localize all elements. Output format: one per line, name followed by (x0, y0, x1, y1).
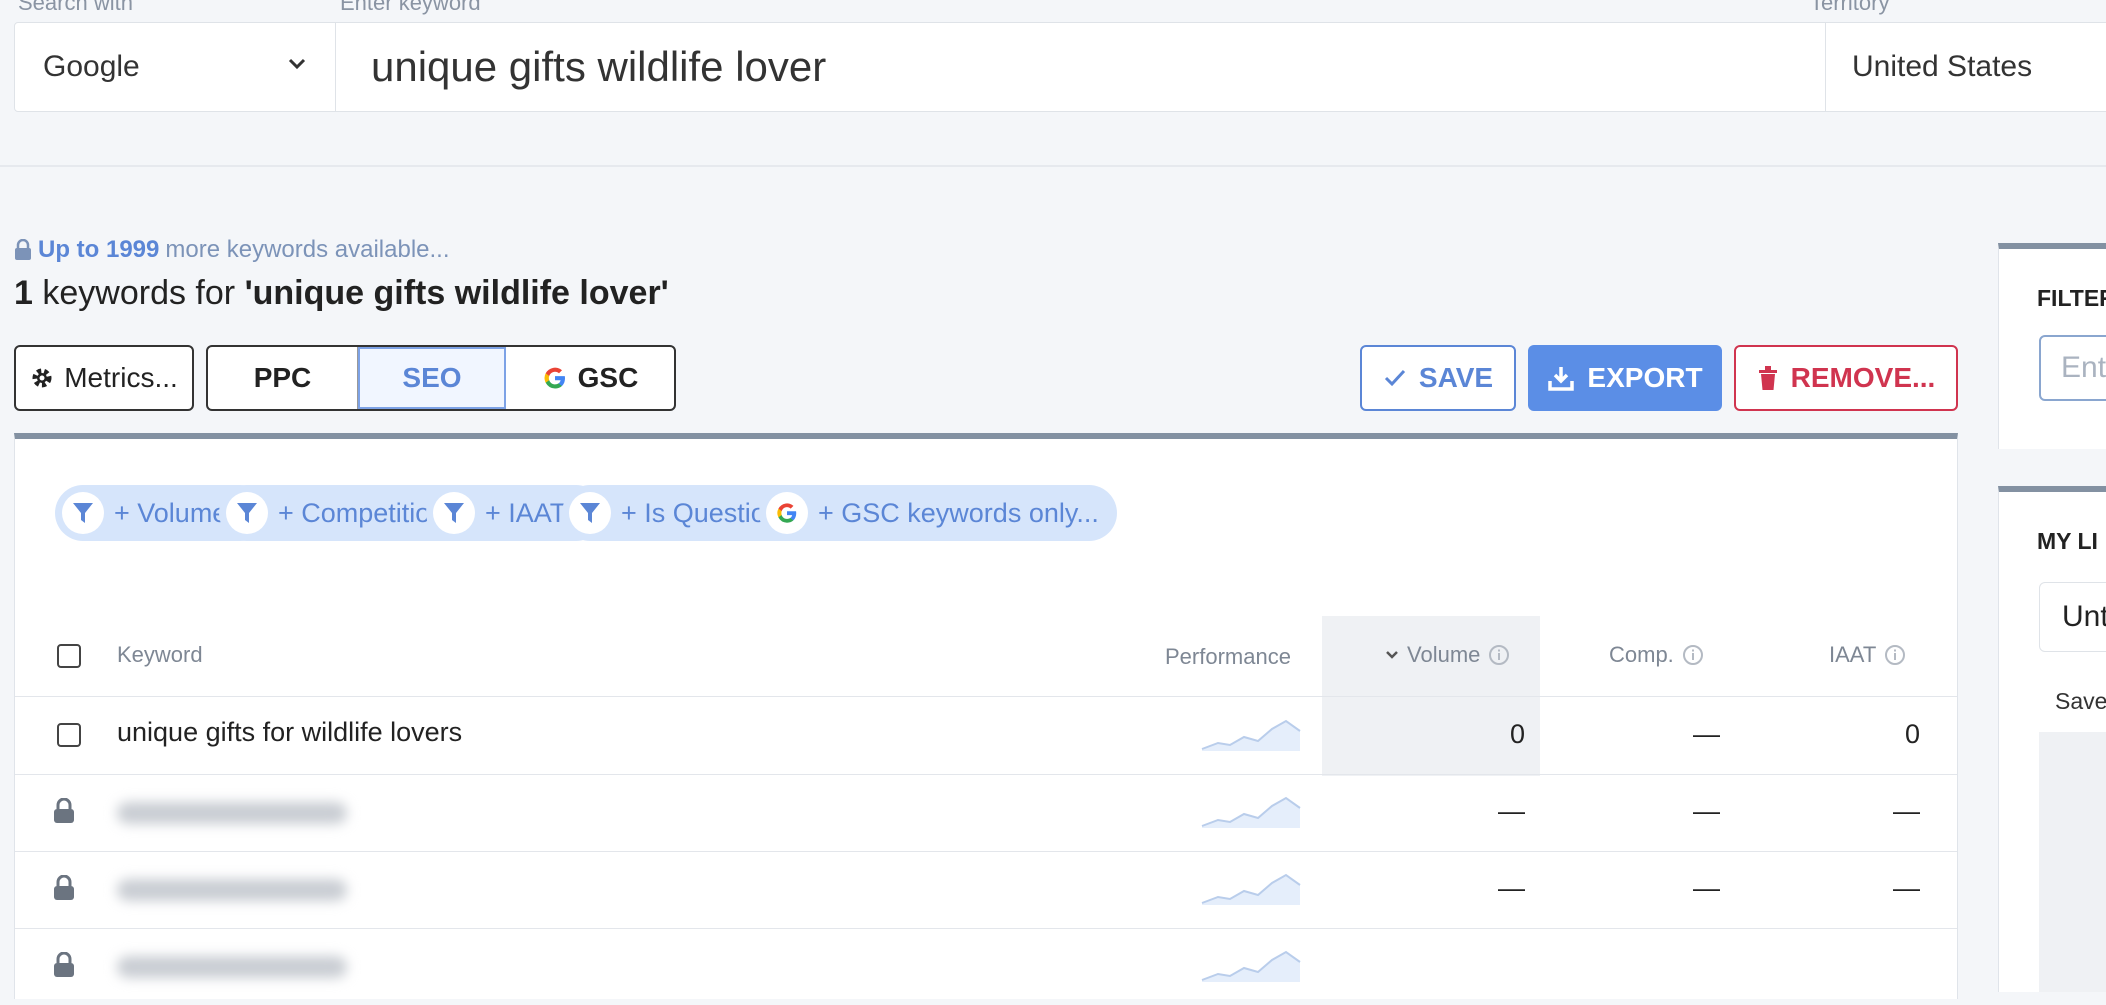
info-icon[interactable] (1488, 644, 1510, 666)
column-performance: Performance (1165, 644, 1291, 669)
column-volume[interactable]: Volume (1385, 642, 1510, 668)
territory-value: United States (1852, 50, 2033, 83)
performance-sparkline (1201, 796, 1301, 828)
remove-button[interactable]: REMOVE... (1734, 345, 1958, 411)
info-icon[interactable] (1682, 644, 1704, 666)
territory-select[interactable]: United States (1825, 23, 2106, 111)
saved-list-area (2039, 732, 2106, 992)
tab-gsc[interactable]: GSC (506, 347, 674, 409)
hidden-keyword (117, 802, 347, 824)
lock-icon (54, 875, 74, 900)
row-keyword: unique gifts for wildlife lovers (117, 717, 463, 747)
row-iaat: — (1893, 873, 1920, 903)
google-icon (544, 367, 565, 389)
row-comp: — (1693, 719, 1720, 749)
metric-type-toggle: PPC SEO GSC (206, 345, 676, 411)
tab-seo[interactable]: SEO (358, 347, 506, 409)
keyword-label: Enter keyword (340, 0, 481, 15)
my-lists-panel: MY LI Unt Save (1998, 486, 2106, 992)
territory-label: Territory (1810, 0, 1890, 15)
my-lists-title: MY LI (2037, 528, 2098, 554)
section-divider (0, 165, 2106, 167)
row-comp: — (1693, 796, 1720, 826)
page-title: 1 keywords for 'unique gifts wildlife lo… (14, 274, 669, 313)
download-icon (1548, 367, 1575, 391)
row-comp: — (1693, 873, 1720, 903)
performance-sparkline (1201, 719, 1301, 751)
tab-ppc[interactable]: PPC (208, 347, 358, 409)
more-keywords-count: Up to 1999 (38, 236, 160, 263)
funnel-icon (62, 492, 104, 534)
chevron-down-icon (288, 58, 306, 70)
funnel-icon (433, 492, 475, 534)
row-iaat: 0 (1904, 719, 1920, 749)
info-icon[interactable] (1884, 644, 1906, 666)
more-keywords-notice[interactable]: Up to 1999 more keywords available... (14, 236, 450, 264)
keyword-count-text: keywords for (42, 274, 236, 312)
hidden-keyword (117, 879, 347, 901)
lock-icon (15, 239, 31, 260)
row-iaat: — (1893, 796, 1920, 826)
column-iaat[interactable]: IAAT (1829, 642, 1906, 668)
list-select[interactable]: Unt (2039, 582, 2106, 652)
filter-panel: FILTER Ente (1998, 243, 2106, 449)
google-icon (766, 492, 808, 534)
table-row[interactable]: unique gifts for wildlife lovers 0 — 0 (15, 697, 1957, 775)
chevron-down-icon (1386, 651, 1398, 659)
metrics-label: Metrics... (64, 362, 178, 393)
column-volume-label: Volume (1407, 642, 1481, 667)
filter-input[interactable]: Ente (2039, 335, 2106, 401)
table-row-locked (15, 928, 1957, 1005)
tab-seo-label: SEO (402, 362, 462, 393)
save-label: SAVE (1418, 362, 1494, 393)
row-volume: — (1498, 796, 1525, 826)
table-header: Keyword Performance Volume Comp. IAAT (15, 616, 1957, 697)
keyword-input[interactable] (335, 23, 1825, 111)
save-button[interactable]: SAVE (1360, 345, 1516, 411)
metrics-button[interactable]: Metrics... (14, 345, 194, 411)
remove-label: REMOVE... (1790, 362, 1936, 393)
performance-sparkline (1201, 950, 1301, 982)
column-comp[interactable]: Comp. (1609, 642, 1704, 668)
table-row-locked: — — — (15, 774, 1957, 852)
gear-icon (32, 368, 52, 388)
lock-icon (54, 952, 74, 977)
checkmark-icon (1384, 369, 1406, 387)
funnel-icon (569, 492, 611, 534)
search-engine-label: Search with (18, 0, 133, 15)
list-select-value: Unt (2062, 600, 2106, 633)
lock-icon (54, 798, 74, 823)
table-row-locked: — — — (15, 851, 1957, 929)
column-comp-label: Comp. (1609, 642, 1674, 667)
query-text: 'unique gifts wildlife lover' (244, 274, 669, 312)
keyword-count: 1 (14, 274, 33, 312)
more-keywords-text: more keywords available... (165, 236, 450, 263)
performance-sparkline (1201, 873, 1301, 905)
filter-chip-label: + GSC keywords only... (818, 497, 1099, 528)
column-keyword[interactable]: Keyword (117, 642, 203, 668)
filter-input-placeholder: Ente (2061, 351, 2106, 384)
keyword-results-card: + Volume... + Competition... + IAAT... +… (14, 433, 1958, 999)
row-volume: — (1498, 873, 1525, 903)
filter-panel-title: FILTER (2037, 285, 2106, 311)
funnel-icon (226, 492, 268, 534)
column-iaat-label: IAAT (1829, 642, 1877, 667)
tab-ppc-label: PPC (253, 362, 312, 393)
hidden-keyword (117, 956, 347, 978)
row-checkbox[interactable] (57, 723, 81, 747)
search-engine-select[interactable]: Google (15, 23, 336, 111)
export-label: EXPORT (1587, 362, 1703, 393)
search-bar: Google United States (14, 22, 2106, 112)
search-engine-value: Google (43, 50, 140, 83)
filter-chip-gsc-only[interactable]: + GSC keywords only... (759, 485, 1117, 541)
saved-label: Save (2055, 688, 2106, 714)
row-volume: 0 (1509, 719, 1525, 749)
select-all-checkbox[interactable] (57, 644, 81, 668)
export-button[interactable]: EXPORT (1528, 345, 1722, 411)
tab-gsc-label: GSC (577, 362, 639, 393)
trash-icon (1758, 366, 1777, 390)
